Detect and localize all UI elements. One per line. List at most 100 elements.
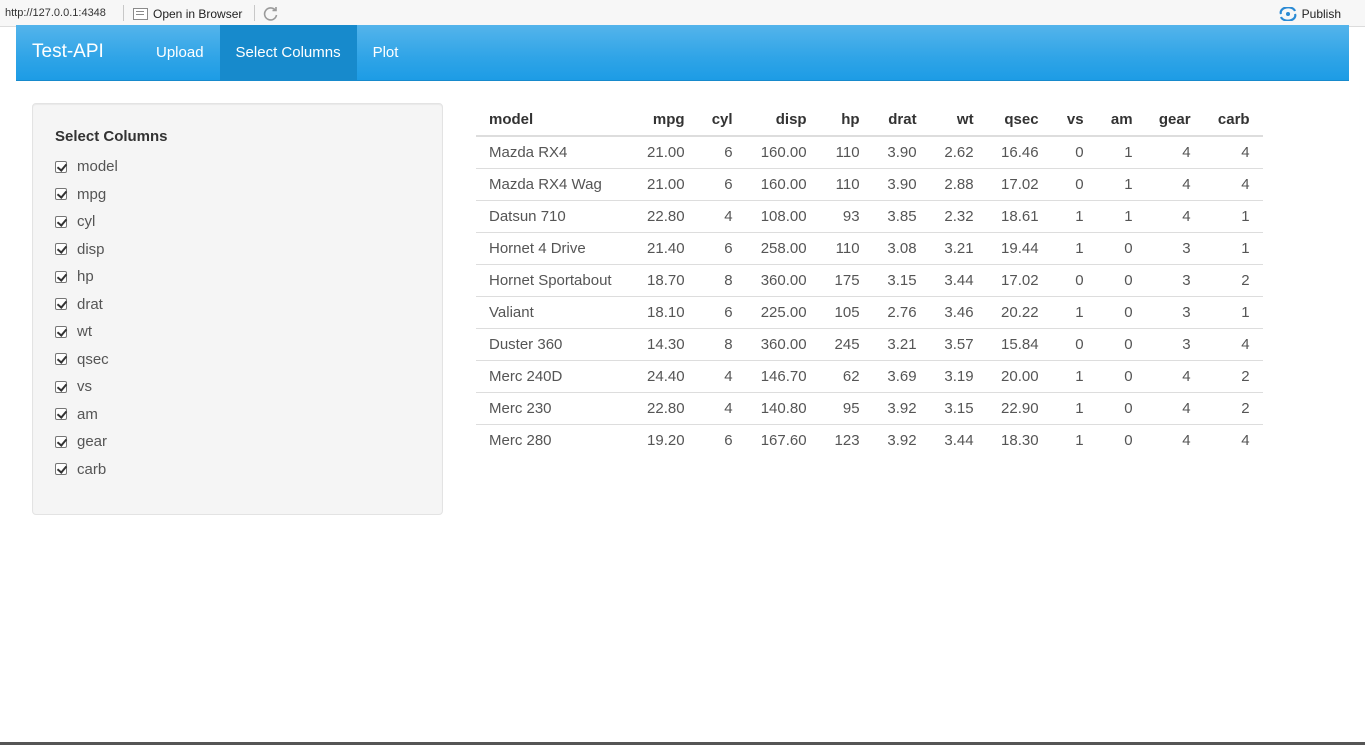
table-cell: 4: [1145, 359, 1204, 392]
table-header-row: model mpg cyl disp hp drat wt qsec vs am…: [476, 103, 1263, 137]
checkbox-checked-icon[interactable]: [55, 243, 67, 256]
table-cell: 167.60: [745, 423, 820, 456]
column-header: qsec: [986, 103, 1052, 137]
checkbox-am[interactable]: am: [55, 401, 118, 429]
checkbox-label: model: [77, 158, 118, 176]
toolbar-separator: [254, 5, 255, 21]
table-cell: 0: [1096, 327, 1146, 360]
table-cell: 22.80: [624, 199, 698, 232]
table-cell: 22.90: [986, 391, 1052, 424]
table-cell: Duster 360: [476, 327, 625, 360]
table-row: Merc 240D 24.40 4 146.70 62 3.69 3.19 20.00 1 0 4 2: [476, 359, 1263, 392]
table-row: Merc 230 22.80 4 140.80 95 3.92 3.15 22.90 1 0 4 2: [476, 391, 1263, 424]
checkbox-label: gear: [77, 433, 108, 451]
publish-button[interactable]: Publish: [1279, 5, 1341, 23]
tab-plot[interactable]: Plot: [357, 25, 415, 81]
checkbox-checked-icon[interactable]: [55, 408, 67, 421]
table-cell: 6: [697, 295, 746, 328]
checkbox-hp[interactable]: hp: [55, 263, 118, 291]
table-row: Hornet 4 Drive 21.40 6 258.00 110 3.08 3.21 19.…: [476, 231, 1263, 264]
checkbox-label: am: [77, 405, 98, 423]
table-cell: 4: [1145, 199, 1204, 232]
table-cell: 0: [1096, 359, 1146, 392]
checkbox-wt[interactable]: wt: [55, 318, 118, 346]
checkbox-checked-icon[interactable]: [55, 160, 67, 173]
table-cell: 0: [1096, 231, 1146, 264]
table-cell: 110: [835, 143, 860, 161]
checkbox-checked-icon[interactable]: [55, 463, 67, 476]
checkbox-checked-icon[interactable]: [55, 188, 67, 201]
table-cell: 0: [1096, 423, 1146, 456]
table-cell: 3.15: [929, 391, 987, 424]
tab-upload[interactable]: Upload: [140, 25, 220, 81]
table-cell: 20.00: [986, 359, 1052, 392]
checkbox-checked-icon[interactable]: [55, 215, 67, 228]
table-cell: Valiant: [476, 295, 625, 328]
checkbox-qsec[interactable]: qsec: [55, 346, 118, 374]
tab-select-columns[interactable]: Select Columns: [219, 25, 357, 81]
checkbox-vs[interactable]: vs: [55, 373, 118, 401]
table-cell: 4: [1145, 391, 1204, 424]
column-header: hp: [819, 103, 873, 137]
table-cell: 21.00: [624, 167, 698, 200]
table-cell: 4: [697, 391, 746, 424]
table-cell: 123: [819, 423, 873, 456]
column-header: disp: [745, 103, 820, 137]
table-cell: 4: [1145, 423, 1204, 456]
table-cell: 160.00: [745, 167, 820, 200]
table-cell: 3.57: [929, 327, 987, 360]
app-brand[interactable]: Test-API: [32, 41, 104, 63]
table-cell: 22.80: [624, 391, 698, 424]
table-cell: 3.90: [872, 167, 930, 200]
table-cell: 17.02: [986, 263, 1052, 296]
checkbox-checked-icon[interactable]: [55, 270, 67, 283]
checkbox-checked-icon[interactable]: [55, 325, 67, 338]
checkbox-mpg[interactable]: mpg: [55, 181, 118, 209]
table-cell: 18.61: [986, 199, 1052, 232]
table-cell: 21.00: [647, 143, 685, 161]
table-cell: 62: [819, 359, 873, 392]
checkbox-cyl[interactable]: cyl: [55, 208, 118, 236]
checkbox-model[interactable]: model: [55, 153, 118, 181]
table-cell: 105: [819, 295, 873, 328]
checkbox-checked-icon[interactable]: [55, 298, 67, 311]
table-cell: Datsun 710: [476, 199, 625, 232]
table-cell: 6: [697, 231, 746, 264]
table-cell: 258.00: [745, 231, 820, 264]
publish-label: Publish: [1301, 7, 1341, 21]
table-cell: 0: [1075, 143, 1084, 161]
table-cell: 0: [1051, 263, 1097, 296]
table-cell: 4: [1241, 143, 1250, 161]
checkbox-carb[interactable]: carb: [55, 456, 118, 484]
table-cell: 1: [1096, 199, 1146, 232]
data-table: model mpg cyl disp hp drat wt qsec vs am…: [476, 103, 1263, 456]
refresh-icon[interactable]: [262, 5, 279, 22]
table-row: Valiant 18.10 6 225.00 105 2.76 3.46 20.22 1 0 3 1: [476, 295, 1263, 328]
table-cell: 19.44: [986, 231, 1052, 264]
sidebar-panel: Select Columns model mpg cyl disp hp dra…: [32, 103, 443, 515]
table-cell: 2.76: [872, 295, 930, 328]
table-row: Mazda RX4 21.00 6 160.00 110 3.90 2.62 16.46 0 1 4…: [476, 136, 1263, 168]
table-cell: 1: [1096, 167, 1146, 200]
table-cell: 8: [697, 263, 746, 296]
column-header: cyl: [697, 103, 746, 137]
table-cell: 245: [819, 327, 873, 360]
checkbox-disp[interactable]: disp: [55, 236, 118, 264]
table-cell: 3.69: [872, 359, 930, 392]
table-cell: Merc 230: [476, 391, 625, 424]
checkbox-checked-icon[interactable]: [55, 380, 67, 393]
table-cell: 3.08: [872, 231, 930, 264]
table-cell: 175: [819, 263, 873, 296]
table-cell: 3.44: [929, 423, 987, 456]
checkbox-drat[interactable]: drat: [55, 291, 118, 319]
open-in-browser-button[interactable]: Open in Browser: [133, 5, 242, 23]
checkbox-gear[interactable]: gear: [55, 428, 118, 456]
table-cell: 6: [697, 167, 746, 200]
checkbox-label: mpg: [77, 185, 107, 203]
checkbox-checked-icon[interactable]: [55, 353, 67, 366]
table-cell: 6: [724, 143, 733, 161]
table-cell: 360.00: [745, 263, 820, 296]
checkbox-checked-icon[interactable]: [55, 435, 67, 448]
table-cell: 2: [1203, 263, 1263, 296]
table-cell: 93: [819, 199, 873, 232]
